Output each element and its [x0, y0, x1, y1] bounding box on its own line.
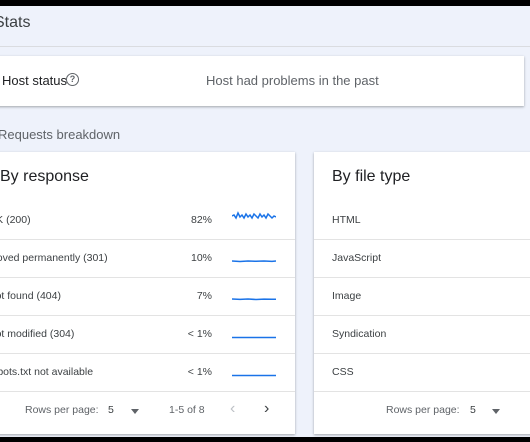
- rows-per-page-label: Rows per page:: [386, 404, 460, 416]
- row-label: Moved permanently (301): [0, 252, 108, 264]
- row-percent: 82%: [190, 214, 212, 226]
- row-label: HTML: [332, 214, 361, 226]
- row-label: JavaScript: [332, 252, 382, 264]
- row-percent: 7%: [196, 290, 212, 302]
- table-row[interactable]: OK (200) 82%: [0, 202, 295, 240]
- divider: [0, 46, 530, 47]
- card-title: By file type: [332, 168, 411, 185]
- host-status-card[interactable]: Host status ? Host had problems in the p…: [0, 56, 524, 106]
- table-row[interactable]: Syndication: [314, 316, 530, 354]
- sparkline: [232, 374, 276, 377]
- table-row[interactable]: Image: [314, 278, 530, 316]
- table-row[interactable]: JavaScript: [314, 240, 530, 278]
- row-label: OK (200): [0, 214, 31, 226]
- chevron-left-icon[interactable]: ‹: [230, 400, 235, 418]
- response-table: OK (200) 82% Moved permanently (301) 10%…: [0, 202, 295, 392]
- requests-breakdown-heading: Requests breakdown: [0, 127, 121, 142]
- rows-per-page-select[interactable]: 5: [470, 404, 476, 416]
- row-label: Not found (404): [0, 290, 61, 302]
- row-label: Syndication: [332, 328, 387, 340]
- page-range: 1-5 of 8: [169, 404, 205, 416]
- row-label: robots.txt not available: [0, 366, 94, 378]
- host-status-label: Host status: [2, 73, 68, 88]
- table-pager: Rows per page: 5 1-5 of 8 ‹ ›: [0, 400, 295, 420]
- caret-down-icon[interactable]: [492, 409, 500, 414]
- table-row[interactable]: Moved permanently (301) 10%: [0, 240, 295, 278]
- table-row[interactable]: Not modified (304) < 1%: [0, 316, 295, 354]
- caret-down-icon[interactable]: [131, 409, 139, 414]
- row-label: Image: [332, 290, 362, 302]
- row-label: Not modified (304): [0, 328, 75, 340]
- row-label: CSS: [332, 366, 354, 378]
- row-percent: < 1%: [187, 328, 212, 340]
- table-row[interactable]: Not found (404) 7%: [0, 278, 295, 316]
- card-title: By response: [0, 168, 89, 185]
- table-row[interactable]: robots.txt not available < 1%: [0, 354, 295, 392]
- sparkline: [232, 336, 276, 339]
- sparkline: [232, 298, 276, 301]
- rows-per-page-label: Rows per page:: [25, 404, 99, 416]
- table-row[interactable]: CSS: [314, 354, 530, 392]
- by-file-type-card: By file type HTML JavaScript Image Syndi…: [314, 152, 530, 434]
- host-status-value: Host had problems in the past: [206, 73, 379, 88]
- by-response-card: By response OK (200) 82% Moved permanent…: [0, 152, 295, 434]
- rows-per-page-select[interactable]: 5: [108, 404, 114, 416]
- sparkline: [232, 211, 276, 220]
- row-percent: < 1%: [187, 366, 212, 378]
- table-row[interactable]: HTML: [314, 202, 530, 240]
- help-icon[interactable]: ?: [66, 73, 79, 86]
- table-pager: Rows per page: 5: [314, 400, 530, 420]
- sparkline: [232, 260, 276, 263]
- page-title: Stats: [0, 14, 31, 31]
- file-type-table: HTML JavaScript Image Syndication CSS: [314, 202, 530, 392]
- row-percent: 10%: [190, 252, 212, 264]
- stats-frame: Stats Host status ? Host had problems in…: [0, 6, 530, 437]
- chevron-right-icon[interactable]: ›: [264, 400, 269, 418]
